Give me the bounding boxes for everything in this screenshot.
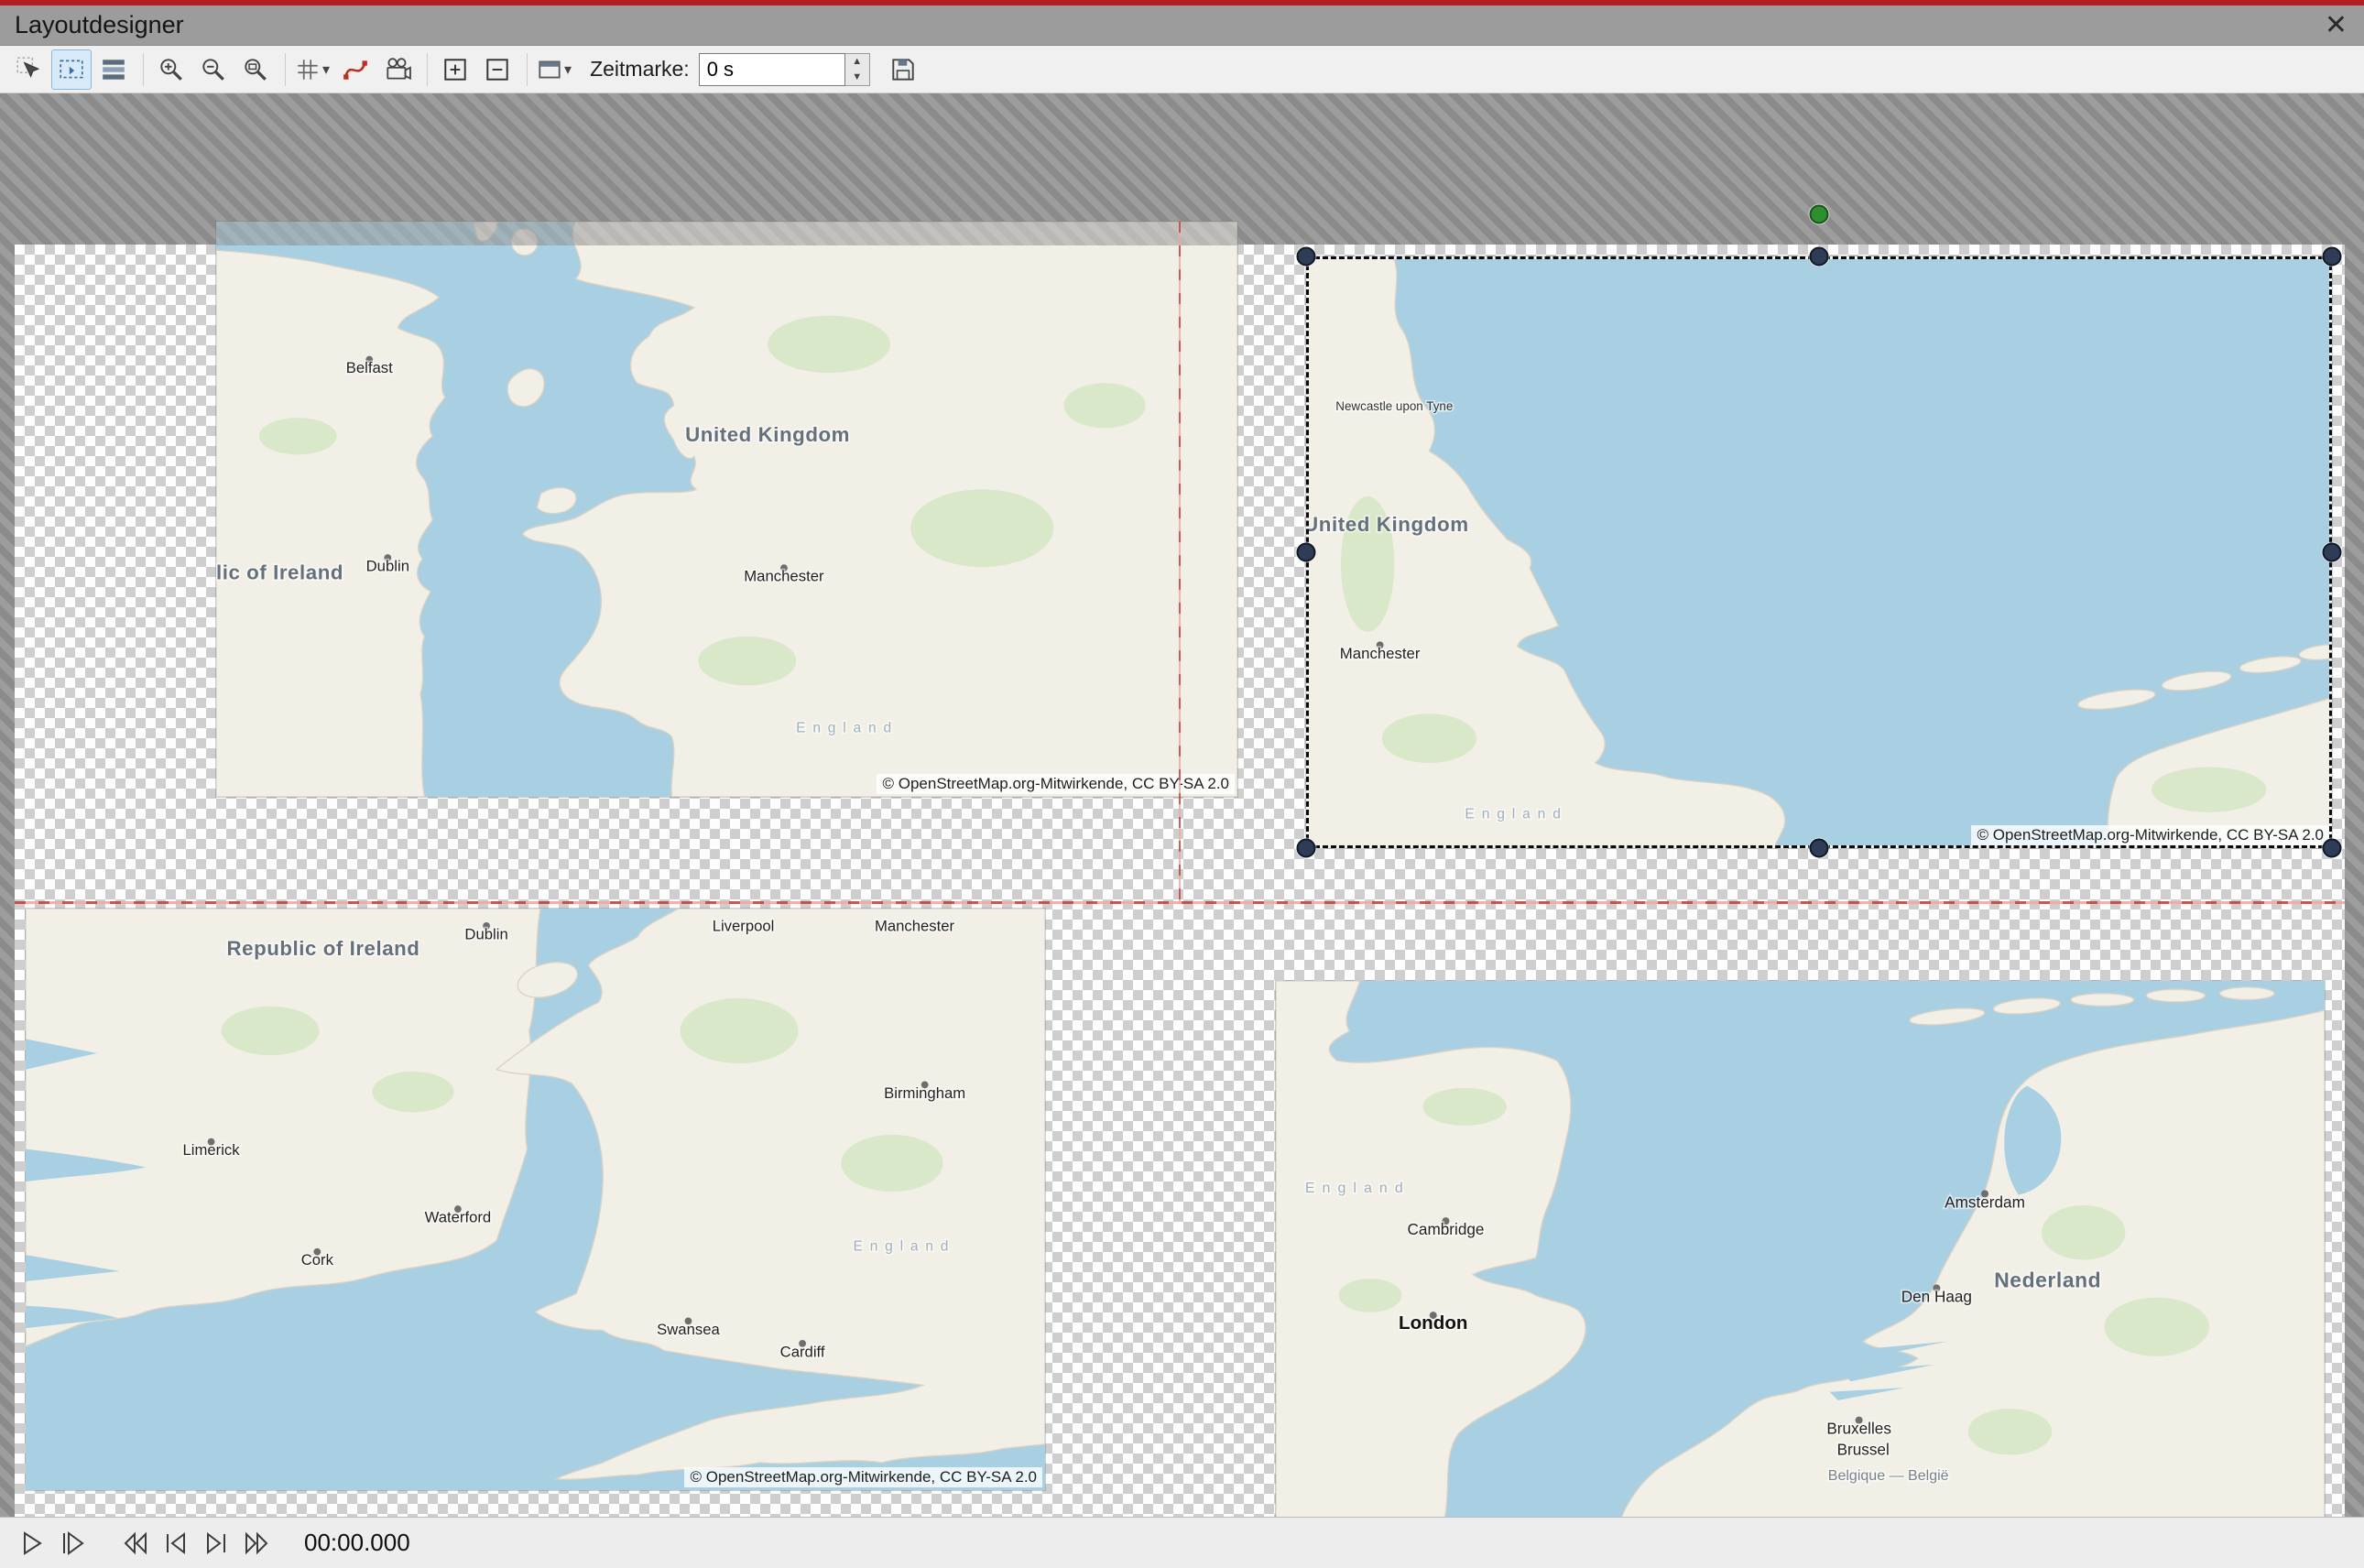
resize-handle-top-right[interactable] — [2323, 247, 2342, 267]
resize-handle-bottom-right[interactable] — [2323, 839, 2342, 858]
map-object-se-england-benelux[interactable]: London Cambridge England Amsterdam Den Haag N… — [1276, 981, 2325, 1517]
map-attribution: © OpenStreetMap.org-Mitwirkende, CC BY-S… — [877, 774, 1235, 794]
map-label: Republic of Ireland — [216, 561, 343, 583]
select-tool-button[interactable] — [9, 49, 49, 90]
marquee-tool-button[interactable] — [51, 49, 92, 90]
zoom-fit-button[interactable] — [235, 49, 276, 90]
map-label: Bruxelles — [1826, 1420, 1891, 1438]
rotate-handle[interactable] — [1810, 205, 1829, 224]
map-label: Waterford — [425, 1209, 492, 1226]
step-back-button[interactable] — [158, 1524, 194, 1563]
window-title: Layoutdesigner — [15, 11, 184, 39]
timecode-display: 00:00.000 — [304, 1529, 410, 1557]
map-image: Republic of Ireland Dublin Limerick Cork Wat… — [26, 909, 1045, 1490]
remove-button[interactable] — [477, 49, 517, 90]
layoutdesigner-window: Layoutdesigner ✕ ▾ — [0, 0, 2364, 1568]
transport-bar: 00:00.000 — [0, 1517, 2364, 1568]
fast-rewind-button[interactable] — [117, 1524, 154, 1563]
resize-handle-top-center[interactable] — [1810, 247, 1829, 267]
zeitmarke-input[interactable] — [699, 53, 845, 86]
map-label: Cardiff — [780, 1343, 825, 1360]
canvas: United KingdomManchesterBelfastDublinRep… — [0, 93, 2364, 1517]
step-forward-button[interactable] — [198, 1524, 234, 1563]
spin-up-icon[interactable]: ▲ — [845, 54, 869, 70]
map-label: Brussel — [1837, 1440, 1890, 1458]
map-label: England — [1305, 1180, 1411, 1196]
map-label: Cork — [301, 1251, 334, 1269]
map-object-ireland-wales[interactable]: Republic of Ireland Dublin Limerick Cork Wat… — [26, 909, 1045, 1490]
resize-handle-bottom-center[interactable] — [1810, 839, 1829, 858]
play-from-start-button[interactable] — [53, 1524, 90, 1563]
map-label: United Kingdom — [685, 423, 850, 446]
map-label: Birmingham — [884, 1084, 965, 1102]
map-overflow-hatch — [216, 222, 1237, 245]
chevron-down-icon: ▾ — [322, 60, 330, 79]
layers-button[interactable] — [93, 49, 134, 90]
resize-handle-middle-left[interactable] — [1297, 543, 1316, 562]
fast-forward-button[interactable] — [238, 1524, 275, 1563]
map-label: Amsterdam — [1945, 1192, 2025, 1211]
toolbar: ▾ ▾ Zeitmarke: ▲▼ — [0, 46, 2364, 93]
close-button[interactable]: ✕ — [2325, 7, 2348, 44]
horizontal-center-guide — [15, 901, 2345, 904]
toolbar-separator — [427, 53, 428, 86]
add-button[interactable] — [435, 49, 475, 90]
chevron-down-icon: ▾ — [564, 60, 572, 79]
zoom-in-button[interactable] — [151, 49, 191, 90]
map-label: England — [796, 721, 899, 736]
zoom-out-button[interactable] — [193, 49, 234, 90]
zeitmarke-spinner[interactable]: ▲▼ — [845, 53, 870, 86]
skip-button-group — [117, 1524, 278, 1563]
map-label: Manchester — [744, 568, 824, 585]
toolbar-separator — [143, 53, 144, 86]
map-image: London Cambridge England Amsterdam Den Haag N… — [1276, 981, 2325, 1517]
map-label: Nederland — [1994, 1268, 2101, 1291]
map-label: Dublin — [464, 925, 507, 942]
selection-frame[interactable] — [1306, 256, 2332, 848]
map-object-uk-west[interactable]: United Kingdom Manchester Belfast Dublin Rep… — [216, 222, 1237, 797]
resize-handle-middle-right[interactable] — [2323, 543, 2342, 562]
spin-down-icon[interactable]: ▼ — [845, 70, 869, 85]
map-label: Limerick — [183, 1141, 241, 1159]
map-label: England — [854, 1239, 956, 1255]
zeitmarke-label: Zeitmarke: — [590, 57, 690, 82]
save-button[interactable] — [883, 49, 923, 90]
toolbar-separator — [527, 53, 528, 86]
toolbar-separator — [285, 53, 286, 86]
map-label: London — [1399, 1312, 1467, 1334]
vertical-center-guide — [1179, 222, 1181, 903]
camera-button[interactable] — [377, 49, 418, 90]
play-button[interactable] — [13, 1524, 49, 1563]
zeitmarke-input-group: ▲▼ — [699, 53, 870, 86]
map-label: Swansea — [657, 1321, 720, 1338]
curve-tool-button[interactable] — [335, 49, 376, 90]
grid-button[interactable]: ▾ — [293, 55, 333, 84]
map-label: Republic of Ireland — [227, 937, 420, 960]
map-image: United Kingdom Manchester Belfast Dublin Rep… — [216, 222, 1237, 797]
titlebar: Layoutdesigner ✕ — [0, 5, 2364, 46]
map-label: Manchester — [875, 917, 955, 934]
map-attribution: © OpenStreetMap.org-Mitwirkende, CC BY-S… — [684, 1467, 1042, 1487]
map-label: Dublin — [366, 557, 409, 574]
map-label: Belgique — België — [1828, 1467, 1949, 1484]
panel-button[interactable]: ▾ — [535, 55, 575, 84]
map-label: Cambridge — [1408, 1220, 1485, 1238]
map-label: Belfast — [346, 359, 393, 376]
map-label: Liverpool — [713, 917, 775, 934]
map-label: Den Haag — [1901, 1287, 1972, 1305]
resize-handle-bottom-left[interactable] — [1297, 839, 1316, 858]
resize-handle-top-left[interactable] — [1297, 247, 1316, 267]
